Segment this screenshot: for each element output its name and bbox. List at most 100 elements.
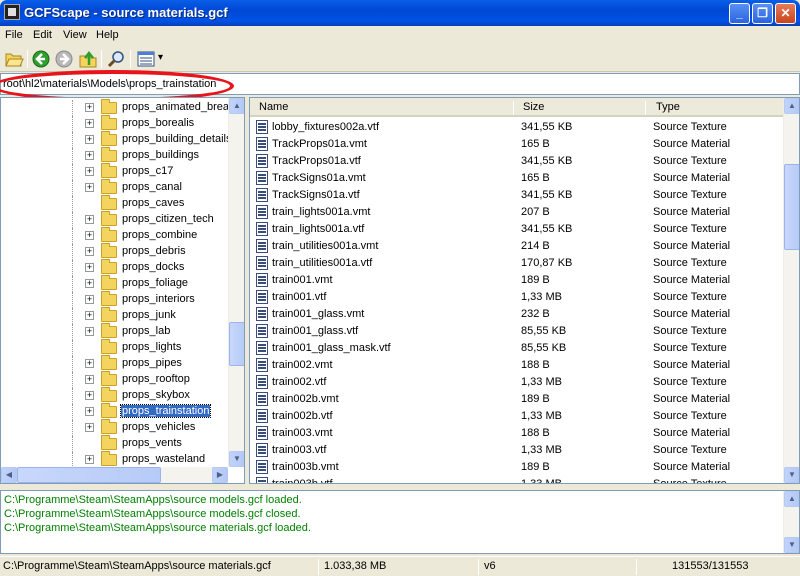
log-output[interactable]: C:\Programme\Steam\SteamApps\source mode… [0,490,800,554]
tree-item[interactable]: + props_building_details [1,131,231,148]
scroll-up-button[interactable]: ▲ [784,491,799,507]
address-bar[interactable]: root\hl2\materials\Models\props_trainsta… [0,73,800,95]
expand-icon[interactable]: + [85,423,94,432]
expand-icon[interactable]: + [85,359,94,368]
table-row[interactable]: train002b.vmt 189 B Source Material [250,391,783,408]
table-row[interactable]: train_lights001a.vtf 341,55 KB Source Text… [250,221,783,238]
table-row[interactable]: train_lights001a.vmt 207 B Source Material [250,204,783,221]
tree-item[interactable]: + props_wasteland [1,451,229,468]
expand-icon[interactable]: + [85,295,94,304]
column-header-size[interactable]: Size [523,101,544,113]
tree-item[interactable]: props_vents [1,435,229,452]
expand-icon[interactable]: + [85,103,94,112]
table-row[interactable]: TrackSigns01a.vmt 165 B Source Material [250,170,783,187]
table-row[interactable]: train003b.vmt 189 B Source Material [250,459,783,476]
tree-item-label[interactable]: props_animated_breakable [122,101,244,113]
table-row[interactable]: train001_glass.vmt 232 B Source Material [250,306,783,323]
expand-icon[interactable]: + [85,151,94,160]
tree-item-label[interactable]: props_trainstation [119,404,212,418]
expand-icon[interactable]: + [85,391,94,400]
table-row[interactable]: train003b.vtf 1,33 MB Source Texture [250,476,783,483]
tree-vertical-scrollbar[interactable]: ▲ ▼ [228,98,244,467]
menu-edit[interactable]: Edit [33,29,52,41]
table-row[interactable]: train_utilities001a.vmt 214 B Source Mater… [250,238,783,255]
tree-item[interactable]: props_lights [1,339,229,356]
tree-item-label[interactable]: props_wasteland [122,453,205,465]
expand-icon[interactable]: + [85,375,94,384]
expand-icon[interactable]: + [85,263,94,272]
tree-item-label[interactable]: props_canal [122,181,182,193]
minimize-button[interactable]: _ [729,3,750,24]
table-row[interactable]: train001.vtf 1,33 MB Source Texture [250,289,783,306]
table-row[interactable]: train003.vtf 1,33 MB Source Texture [250,442,783,459]
tree-item[interactable]: + props_canal [1,179,229,196]
expand-icon[interactable]: + [85,231,94,240]
menu-view[interactable]: View [63,29,87,41]
forward-icon[interactable] [54,49,74,69]
maximize-button[interactable]: ❐ [752,3,773,24]
tree-item[interactable]: + props_interiors [1,291,229,308]
expand-icon[interactable]: + [85,279,94,288]
tree-item[interactable]: + props_lab [1,323,229,340]
tree-item[interactable]: + props_animated_breakable [1,99,244,116]
expand-icon[interactable]: + [85,119,94,128]
list-vertical-scrollbar[interactable]: ▲ ▼ [783,98,799,483]
table-row[interactable]: TrackProps01a.vtf 341,55 KB Source Texture [250,153,783,170]
tree-item-label[interactable]: props_c17 [122,165,173,177]
column-header-type[interactable]: Type [656,101,680,113]
expand-icon[interactable]: + [85,183,94,192]
scroll-left-button[interactable]: ◀ [1,467,17,483]
view-mode-icon[interactable] [136,49,156,69]
tree-item[interactable]: + props_rooftop [1,371,229,388]
tree-item[interactable]: + props_foliage [1,275,229,292]
tree-item-label[interactable]: props_foliage [122,277,188,289]
tree-item[interactable]: + props_borealis [1,115,229,132]
tree-item-label[interactable]: props_interiors [122,293,195,305]
file-list[interactable]: Name Size Type lobby_fixtures002a.vtf 341… [249,97,800,484]
tree-item[interactable]: + props_combine [1,227,229,244]
scroll-up-button[interactable]: ▲ [784,98,799,114]
table-row[interactable]: train001_glass_mask.vtf 85,55 KB Source Te… [250,340,783,357]
table-row[interactable]: train002.vmt 188 B Source Material [250,357,783,374]
tree-item-label[interactable]: props_vents [122,437,182,449]
tree-item[interactable]: + props_citizen_tech [1,211,229,228]
tree-item[interactable]: + props_trainstation [1,403,229,420]
app-icon[interactable] [4,4,20,20]
tree-item[interactable]: + props_docks [1,259,229,276]
tree-item-label[interactable]: props_caves [122,197,184,209]
tree-item-label[interactable]: props_pipes [122,357,182,369]
tree-item-label[interactable]: props_citizen_tech [122,213,214,225]
close-button[interactable]: ✕ [775,3,796,24]
menu-file[interactable]: File [5,29,23,41]
open-folder-icon[interactable] [4,49,24,69]
scroll-down-button[interactable]: ▼ [784,467,799,483]
tree-item-label[interactable]: props_buildings [122,149,199,161]
scroll-thumb[interactable] [229,322,244,366]
tree-item[interactable]: props_caves [1,195,229,212]
tree-item[interactable]: + props_junk [1,307,229,324]
column-divider[interactable] [645,101,646,115]
search-icon[interactable] [106,49,126,69]
scroll-thumb[interactable] [784,164,799,250]
tree-item-label[interactable]: props_combine [122,229,197,241]
expand-icon[interactable]: + [85,167,94,176]
tree-item[interactable]: + props_buildings [1,147,229,164]
tree-item-label[interactable]: props_junk [122,309,176,321]
tree-item[interactable]: + props_c17 [1,163,229,180]
log-vertical-scrollbar[interactable]: ▲ ▼ [783,491,799,553]
expand-icon[interactable]: + [85,455,94,464]
column-header-name[interactable]: Name [259,101,288,113]
table-row[interactable]: train002.vtf 1,33 MB Source Texture [250,374,783,391]
expand-icon[interactable]: + [85,135,94,144]
tree-item-label[interactable]: props_docks [122,261,184,273]
up-folder-icon[interactable] [78,49,98,69]
table-row[interactable]: TrackSigns01a.vtf 341,55 KB Source Texture [250,187,783,204]
expand-icon[interactable]: + [85,407,94,416]
table-row[interactable]: TrackProps01a.vmt 165 B Source Material [250,136,783,153]
tree-item-label[interactable]: props_borealis [122,117,194,129]
tree-item-label[interactable]: props_lab [122,325,170,337]
menu-help[interactable]: Help [96,29,119,41]
view-mode-dropdown[interactable]: ▾ [158,52,163,63]
table-row[interactable]: train003.vmt 188 B Source Material [250,425,783,442]
tree-item-label[interactable]: props_building_details [122,133,231,145]
